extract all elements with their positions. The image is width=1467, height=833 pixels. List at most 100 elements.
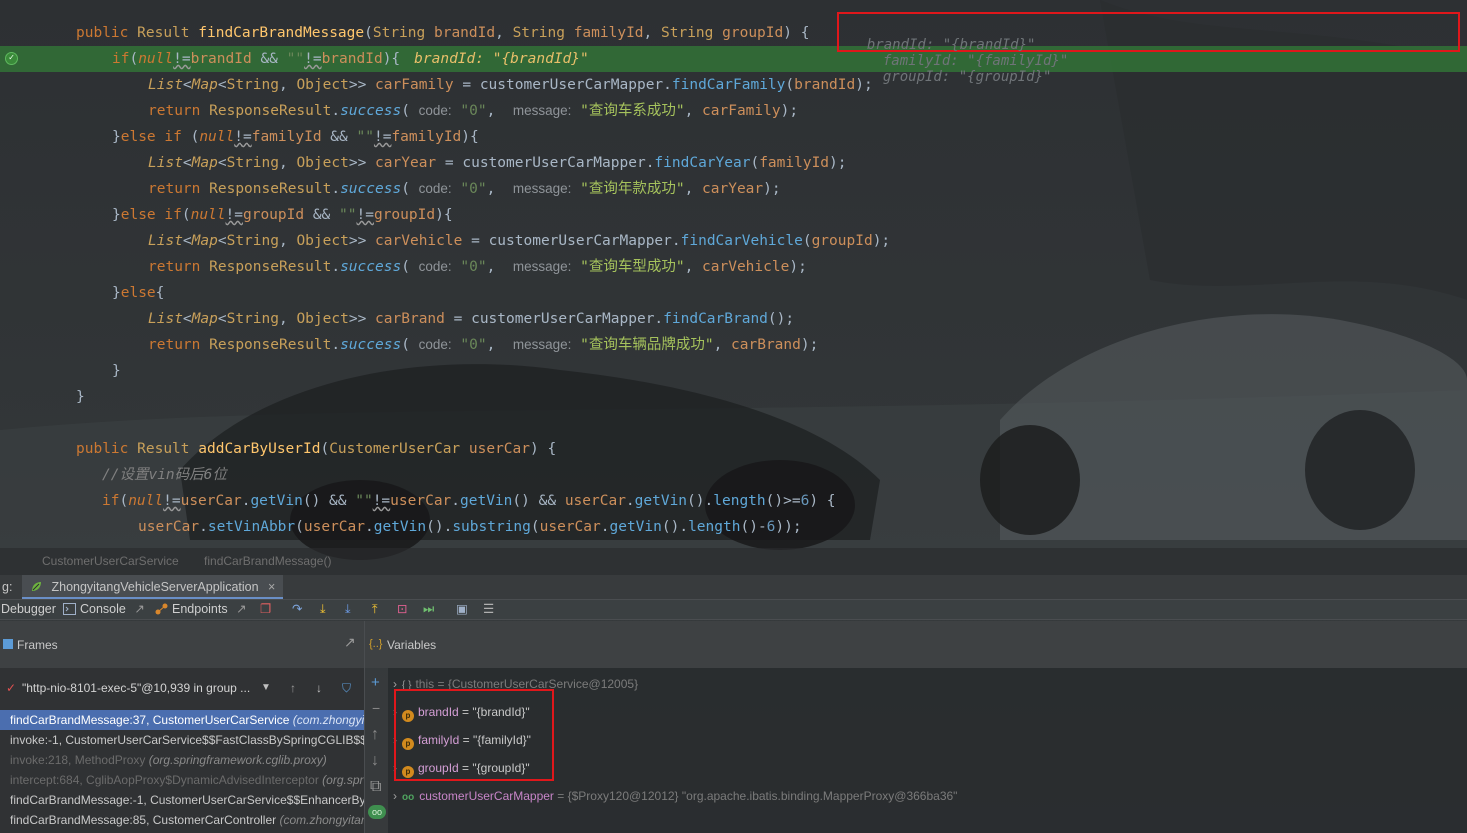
frame-item[interactable]: intercept:684, CglibAopProxy$DynamicAdvi… [0,770,364,790]
debug-run-tabs: g: ZhongyitangVehicleServerApplication × [0,575,1467,599]
expand-chevron-icon[interactable]: › [388,786,402,806]
code-line[interactable]: } [0,358,1467,384]
breadcrumb-class[interactable]: CustomerUserCarService [42,554,179,568]
endpoints-pin-icon[interactable]: ↗ [236,602,246,616]
glasses-icon[interactable]: oo [368,805,386,819]
code-line[interactable] [0,410,1467,436]
chevron-down-icon[interactable]: ▼ [261,668,271,708]
tab-console[interactable]: Console ↗ [63,600,145,619]
trace-icon[interactable]: ☰ [483,600,494,619]
close-tab-icon[interactable]: × [268,580,275,594]
code-line[interactable]: }else{ [0,280,1467,306]
frames-title: Frames [17,638,58,652]
debugger-toolbar: Debugger Console ↗ Endpoints ↗ ❐ ↷ ⤓ ⤓ ⤒… [0,599,1467,620]
code-text: return ResponseResult.success( code: "0"… [148,259,807,275]
console-label: Console [80,602,126,616]
frame-item[interactable]: findCarBrandMessage:85, CustomerCarContr… [0,810,364,830]
code-line[interactable]: return ResponseResult.success( code: "0"… [0,176,1467,202]
code-text: }else if(null!=groupId && ""!=groupId){ [112,207,453,223]
debugger-panel-header: Frames ↗ {..} Variables [0,621,1467,668]
thread-selector[interactable]: ✓ "http-nio-8101-exec-5"@10,939 in group… [0,668,364,708]
hint-brandid: brandId: "{brandId}" [866,37,1036,53]
thread-name: "http-nio-8101-exec-5"@10,939 in group .… [22,681,251,695]
tab-endpoints[interactable]: Endpoints ↗ [155,600,247,619]
frame-item[interactable]: findCarBrandMessage:37, CustomerUserCarS… [0,710,364,730]
frames-pin-icon[interactable]: ↗ [344,634,356,651]
params-highlight-box [394,689,554,781]
run-prefix: g: [2,580,13,594]
show-execution-point-icon[interactable]: ↷ [292,600,302,619]
frame-item[interactable]: findCarBrandMessage:-1, CustomerUserCarS… [0,790,364,810]
code-text: return ResponseResult.success( code: "0"… [148,181,781,197]
variable-row[interactable]: › oo customerUserCarMapper = {$Proxy120@12… [388,786,957,806]
variables-title: Variables [387,638,437,652]
endpoints-label: Endpoints [172,602,228,616]
code-text: List<Map<String, Object>> carBrand = cus… [148,311,795,327]
variables-panel: ›{ } this = {CustomerUserCarService@12005… [388,668,1467,833]
run-to-cursor-icon[interactable]: ⏭ [423,600,434,619]
thread-check-icon: ✓ [6,681,17,695]
code-text: }else{ [112,285,165,301]
code-line[interactable]: userCar.setVinAbbr(userCar.getVin().subs… [0,514,1467,540]
endpoints-icon [155,602,168,615]
frames-panel: ✓ "http-nio-8101-exec-5"@10,939 in group… [0,668,364,833]
code-line[interactable]: return ResponseResult.success( code: "0"… [0,332,1467,358]
restore-layout-icon[interactable]: ❐ [260,600,271,619]
code-text: }else if (null!=familyId && ""!=familyId… [112,129,479,145]
code-text: return ResponseResult.success( code: "0"… [148,103,799,119]
code-text: } [112,363,121,379]
remove-watch-icon[interactable]: − [372,700,380,716]
field-icon: oo [402,792,415,803]
frame-up-icon[interactable]: ↑ [290,668,296,708]
run-config-title: ZhongyitangVehicleServerApplication [51,580,259,594]
copy-icon[interactable]: ⧉ [370,778,381,796]
code-text: //设置vin码后6位 [102,467,227,483]
console-pin-icon[interactable]: ↗ [134,602,144,616]
code-line[interactable]: public Result addCarByUserId(CustomerUse… [0,436,1467,462]
code-line[interactable]: List<Map<String, Object>> carYear = cust… [0,150,1467,176]
add-watch-icon[interactable]: + [371,674,380,691]
hint-familyid: familyId: "{familyId}" [882,53,1069,69]
frames-icon [3,639,13,649]
step-into-icon[interactable]: ⤓ [345,600,351,619]
tab-run-configuration[interactable]: ZhongyitangVehicleServerApplication × [22,575,284,599]
code-line[interactable]: } [0,384,1467,410]
code-text: return ResponseResult.success( code: "0"… [148,337,819,353]
frame-down-icon[interactable]: ↓ [316,668,322,708]
step-over-icon[interactable]: ⤓ [320,600,326,619]
code-line[interactable]: if(null!=userCar.getVin() && ""!=userCar… [0,488,1467,514]
code-text: List<Map<String, Object>> carFamily = cu… [148,77,873,93]
drop-frame-icon[interactable]: ⊡ [397,600,407,619]
code-text: userCar.setVinAbbr(userCar.getVin().subs… [138,519,802,535]
code-line[interactable]: return ResponseResult.success( code: "0"… [0,254,1467,280]
code-text: public Result addCarByUserId(CustomerUse… [76,441,557,457]
code-line[interactable]: //设置vin码后6位 [0,462,1467,488]
breadcrumb-method[interactable]: findCarBrandMessage() [204,554,331,568]
variables-icon: {..} [369,638,383,650]
frame-item[interactable]: invoke:218, MethodProxy (org.springframe… [0,750,364,770]
move-down-icon[interactable]: ↓ [371,752,379,770]
evaluate-expression-icon[interactable]: ▣ [456,600,468,619]
hint-groupid: groupId: "{groupId}" [882,69,1052,85]
code-line[interactable]: List<Map<String, Object>> carFamily = cu… [0,72,1467,98]
tab-debugger[interactable]: Debugger [1,600,56,619]
frames-header: Frames ↗ [0,621,364,668]
step-out-icon[interactable]: ⤒ [372,600,378,619]
code-line[interactable]: List<Map<String, Object>> carVehicle = c… [0,228,1467,254]
code-line[interactable]: List<Map<String, Object>> carBrand = cus… [0,306,1467,332]
code-text: public Result findCarBrandMessage(String… [76,25,810,41]
variables-side-toolbar: + − ↑ ↓ ⧉ oo [364,668,388,833]
filter-icon[interactable]: ⛉ [342,668,351,708]
method-param-inline-hints: brandId: "{brandId}" familyId: "{familyI… [850,21,1068,85]
code-text: List<Map<String, Object>> carYear = cust… [148,155,847,171]
breadcrumb: CustomerUserCarService findCarBrandMessa… [0,548,1467,575]
move-up-icon[interactable]: ↑ [371,726,379,744]
code-text: if(null!=brandId && ""!=brandId){brandId… [112,51,589,67]
frame-item[interactable]: invoke:-1, CustomerUserCarService$$FastC… [0,730,364,750]
code-line[interactable]: }else if(null!=groupId && ""!=groupId){ [0,202,1467,228]
code-line[interactable]: }else if (null!=familyId && ""!=familyId… [0,124,1467,150]
variables-header: {..} Variables [364,621,1467,668]
code-line[interactable]: return ResponseResult.success( code: "0"… [0,98,1467,124]
code-editor[interactable]: public Result findCarBrandMessage(String… [0,0,1467,548]
breakpoint-icon[interactable]: ✓ [5,52,18,65]
